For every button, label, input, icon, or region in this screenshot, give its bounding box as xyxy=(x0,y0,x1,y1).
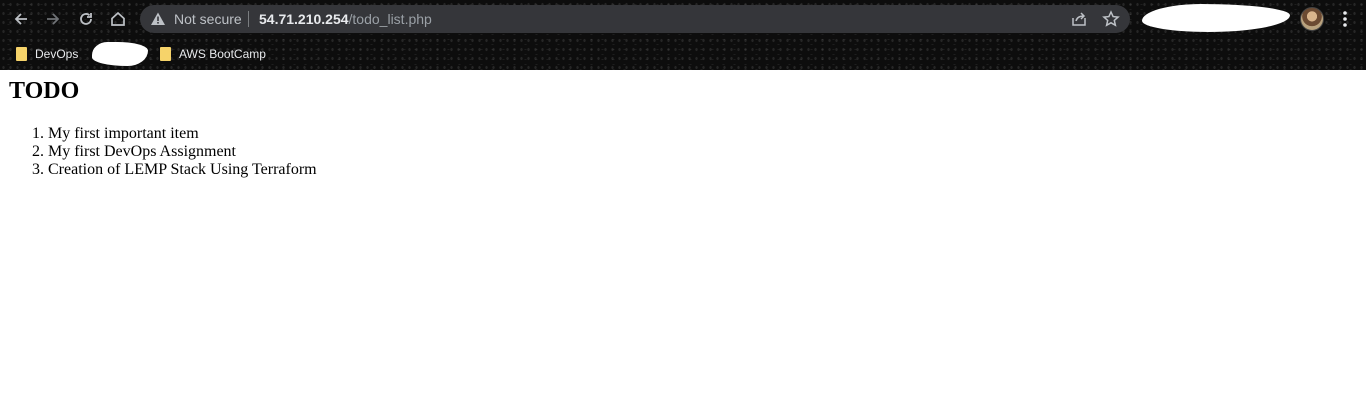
more-menu-icon[interactable] xyxy=(1336,8,1354,30)
reload-icon xyxy=(80,13,92,25)
back-button[interactable] xyxy=(10,8,32,30)
bookmark-star-icon[interactable] xyxy=(1102,10,1120,28)
todo-list: My first important item My first DevOps … xyxy=(48,125,317,179)
bookmark-devops[interactable]: DevOps xyxy=(16,43,78,65)
bookmark-aws-bootcamp[interactable]: AWS BootCamp xyxy=(160,43,266,65)
redacted-area xyxy=(92,42,148,66)
list-item: My first DevOps Assignment xyxy=(48,143,317,161)
bookmark-label: AWS BootCamp xyxy=(179,47,266,61)
bookmarks-bar: DevOps AWS BootCamp xyxy=(0,38,1366,68)
page-content: TODO My first important item My first De… xyxy=(0,70,1366,416)
back-icon xyxy=(14,13,27,25)
folder-icon xyxy=(16,47,27,61)
list-item: My first important item xyxy=(48,125,317,143)
bookmark-label: DevOps xyxy=(35,47,79,61)
url-path: /todo_list.php xyxy=(348,11,432,27)
address-divider xyxy=(248,11,249,27)
folder-icon xyxy=(160,47,171,61)
reload-button[interactable] xyxy=(75,8,97,30)
page-title: TODO xyxy=(9,78,80,104)
browser-chrome: Not secure 54.71.210.254/todo_list.php D… xyxy=(0,0,1366,70)
forward-icon xyxy=(47,13,60,25)
forward-button[interactable] xyxy=(42,8,64,30)
address-bar[interactable]: Not secure 54.71.210.254/todo_list.php xyxy=(140,5,1130,33)
home-icon xyxy=(111,11,125,26)
url-text[interactable]: 54.71.210.254/todo_list.php xyxy=(259,11,432,27)
redacted-area xyxy=(1142,4,1290,32)
browser-toolbar: Not secure 54.71.210.254/todo_list.php xyxy=(0,0,1366,38)
url-host: 54.71.210.254 xyxy=(259,11,349,27)
share-icon[interactable] xyxy=(1070,10,1088,28)
warning-icon[interactable] xyxy=(150,11,166,27)
security-label[interactable]: Not secure xyxy=(174,11,242,27)
home-button[interactable] xyxy=(107,8,129,30)
list-item: Creation of LEMP Stack Using Terraform xyxy=(48,161,317,179)
profile-avatar[interactable] xyxy=(1300,7,1324,31)
